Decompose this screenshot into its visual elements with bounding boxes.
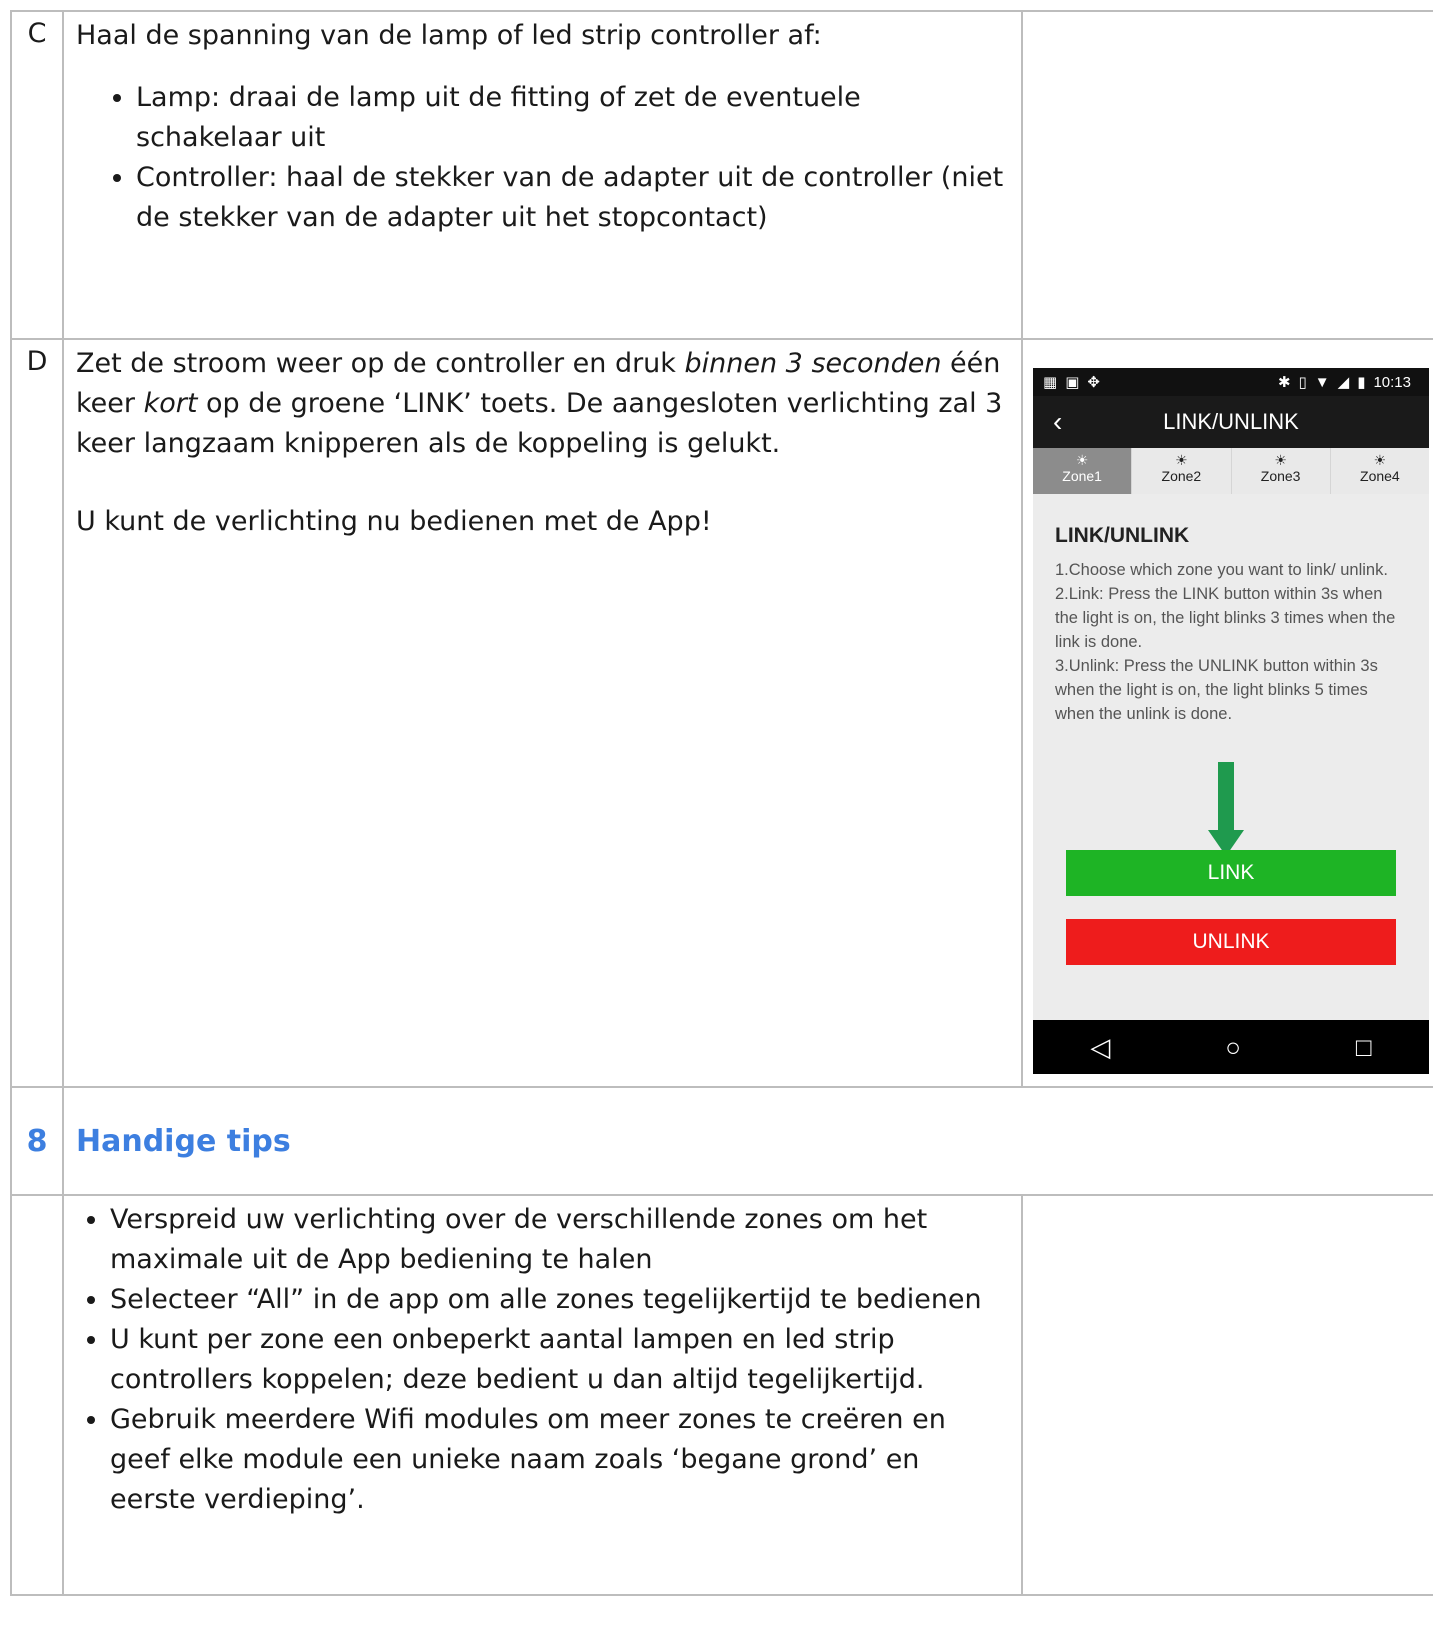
app-screenshot: ▦ ▣ ✥ ✱ ▯ ▼ ◢ ▮ 10:13 ‹ LINK/UNLINK ☀ Zone1 ☀ Zon… <box>1033 368 1429 1074</box>
row-c-letter: C <box>10 10 64 340</box>
tab-zone2[interactable]: ☀ Zone2 <box>1132 448 1232 494</box>
tips-letter-cell <box>10 1194 64 1596</box>
tab-zone3-label: Zone3 <box>1260 468 1301 484</box>
bulb-icon: ☀ <box>1274 452 1287 468</box>
row-c-image-cell <box>1021 10 1433 340</box>
row-c-bullet-1: Lamp: draai de lamp uit de fitting of ze… <box>136 78 1011 158</box>
tab-zone4[interactable]: ☀ Zone4 <box>1331 448 1429 494</box>
nav-recents-icon[interactable]: □ <box>1356 1032 1372 1063</box>
tip-2: Selecteer “All” in de app om alle zones … <box>110 1280 1011 1320</box>
tip-4: Gebruik meerdere Wifi modules om meer zo… <box>110 1400 1011 1520</box>
tips-text: Verspreid uw verlichting over de verschi… <box>62 1194 1023 1596</box>
signal-icon: ◢ <box>1337 374 1350 391</box>
row-c-bullets: Lamp: draai de lamp uit de fitting of ze… <box>76 78 1011 238</box>
unlink-button[interactable]: UNLINK <box>1066 919 1396 965</box>
row-c-intro: Haal de spanning van de lamp of led stri… <box>76 20 822 51</box>
row-d-p1-emphasis-1: binnen 3 seconden <box>684 348 942 379</box>
wifi-icon: ▼ <box>1314 374 1330 391</box>
android-nav-bar: ◁ ○ □ <box>1033 1020 1429 1074</box>
section-title: Handige tips <box>62 1086 1433 1196</box>
tab-zone3[interactable]: ☀ Zone3 <box>1232 448 1331 494</box>
dropbox-icon: ✥ <box>1087 374 1100 391</box>
link-button[interactable]: LINK <box>1066 850 1396 896</box>
tab-zone2-label: Zone2 <box>1161 468 1202 484</box>
tab-zone1-label: Zone1 <box>1062 468 1102 484</box>
vibrate-icon: ▯ <box>1298 374 1307 391</box>
zone-tabs: ☀ Zone1 ☀ Zone2 ☀ Zone3 ☀ Zone4 <box>1033 448 1429 494</box>
instructions-text: 1.Choose which zone you want to link/ un… <box>1055 558 1407 726</box>
row-d-image-cell: ▦ ▣ ✥ ✱ ▯ ▼ ◢ ▮ 10:13 ‹ LINK/UNLINK ☀ Zone1 ☀ Zon… <box>1021 338 1433 1088</box>
tab-zone1[interactable]: ☀ Zone1 <box>1033 448 1133 494</box>
tip-3: U kunt per zone een onbeperkt aantal lam… <box>110 1320 1011 1400</box>
bulb-icon: ☀ <box>1373 452 1387 468</box>
section-number: 8 <box>10 1086 64 1196</box>
row-d-paragraph-2: U kunt de verlichting nu bedienen met de… <box>76 506 712 537</box>
calendar-icon: ▦ <box>1043 374 1058 391</box>
row-d-p1-part-c: op de groene ‘LINK’ toets. De aangeslote… <box>76 388 1003 459</box>
tip-1: Verspreid uw verlichting over de verschi… <box>110 1200 1011 1280</box>
panel-title: LINK/UNLINK <box>1055 524 1190 547</box>
status-left-icons: ▦ ▣ ✥ <box>1043 373 1108 391</box>
row-d-p1-emphasis-2: kort <box>143 388 198 419</box>
document-page: C Haal de spanning van de lamp of led st… <box>10 10 1433 1596</box>
status-bar: ▦ ▣ ✥ ✱ ▯ ▼ ◢ ▮ 10:13 <box>1033 368 1429 396</box>
status-right-icons: ✱ ▯ ▼ ◢ ▮ 10:13 <box>1278 373 1419 391</box>
nav-back-icon[interactable]: ◁ <box>1090 1032 1110 1063</box>
bluetooth-icon: ✱ <box>1277 374 1291 391</box>
tab-zone4-label: Zone4 <box>1360 468 1400 484</box>
row-d-letter: D <box>10 338 64 1088</box>
instruction-2: 2.Link: Press the LINK button within 3s … <box>1055 585 1396 651</box>
app-bar: ‹ LINK/UNLINK <box>1033 396 1429 448</box>
bulb-icon: ☀ <box>1075 452 1089 468</box>
nav-home-icon[interactable]: ○ <box>1225 1032 1241 1063</box>
section-header-row: 8 Handige tips <box>10 1086 1433 1196</box>
back-arrow-icon[interactable]: ‹ <box>1053 406 1062 438</box>
app-title: LINK/UNLINK <box>1163 409 1299 434</box>
row-d-paragraph-1: Zet de stroom weer op de controller en d… <box>76 344 1011 464</box>
instruction-1: 1.Choose which zone you want to link/ un… <box>1055 561 1388 579</box>
link-panel: LINK/UNLINK 1.Choose which zone you want… <box>1033 494 1429 726</box>
status-time: 10:13 <box>1373 374 1411 391</box>
row-d-p1-part-a: Zet de stroom weer op de controller en d… <box>76 348 685 379</box>
image-icon: ▣ <box>1065 374 1080 391</box>
row-c: C Haal de spanning van de lamp of led st… <box>10 10 1433 340</box>
row-c-text: Haal de spanning van de lamp of led stri… <box>62 10 1023 340</box>
tips-list: Verspreid uw verlichting over de verschi… <box>74 1200 1011 1520</box>
tips-image-cell <box>1021 1194 1433 1596</box>
battery-icon: ▮ <box>1357 374 1366 391</box>
instruction-table: C Haal de spanning van de lamp of led st… <box>10 10 1433 1596</box>
instruction-3: 3.Unlink: Press the UNLINK button within… <box>1055 657 1378 723</box>
tips-row: Verspreid uw verlichting over de verschi… <box>10 1194 1433 1596</box>
bulb-icon: ☀ <box>1175 452 1188 468</box>
row-c-bullet-2: Controller: haal de stekker van de adapt… <box>136 158 1011 238</box>
row-d: D Zet de stroom weer op de controller en… <box>10 338 1433 1088</box>
green-arrow-shaft <box>1218 762 1234 830</box>
row-d-text: Zet de stroom weer op de controller en d… <box>62 338 1023 1088</box>
